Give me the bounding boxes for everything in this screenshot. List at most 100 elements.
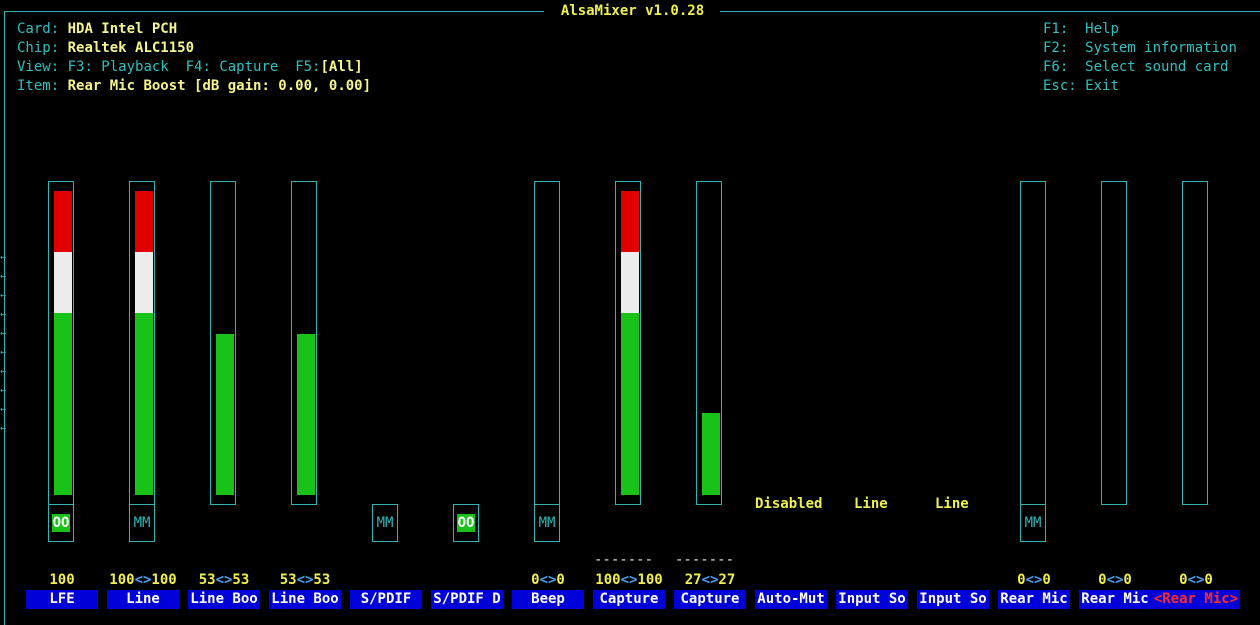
mute-switch-line[interactable]: MM [129, 504, 155, 542]
volume-value: 100 [49, 572, 75, 588]
channel-label-line[interactable]: Line [107, 590, 179, 609]
volume-fill-green [54, 313, 72, 495]
volume-value-rear-mic: 0<>0 [994, 572, 1074, 588]
left-arrow-icon: ← [0, 290, 7, 301]
item-value: Rear Mic Boost [dB gain: 0.00, 0.00] [67, 78, 372, 94]
volume-value-line: 100<>100 [103, 572, 183, 588]
left-arrow-icon: ← [0, 385, 7, 396]
scroll-indicator: ← ← ← ← ← ← ← ← ← ← [0, 248, 8, 438]
volume-slider-line-boost[interactable] [210, 181, 236, 505]
volume-right: 0 [1123, 572, 1132, 588]
enum-value-input-source-2[interactable]: Line [935, 495, 969, 513]
volume-separator: <> [539, 572, 557, 588]
volume-separator: <> [215, 572, 233, 588]
channel-label-line-boost[interactable]: Line Boo [188, 590, 260, 609]
channel-label-line-boost-2[interactable]: Line Boo [269, 590, 341, 609]
help-f6[interactable]: F6: Select sound card [1043, 58, 1228, 77]
volume-fill-green [621, 313, 639, 495]
help-text: Exit [1085, 78, 1119, 94]
help-f2[interactable]: F2: System information [1043, 39, 1237, 58]
volume-fill-green [297, 334, 315, 495]
switch-state: MM [538, 515, 556, 531]
volume-slider-line-boost-2[interactable] [291, 181, 317, 505]
enum-value-input-source[interactable]: Line [854, 495, 888, 513]
volume-separator: <> [134, 572, 152, 588]
volume-right: 0 [1204, 572, 1213, 588]
channel-label-auto-mute[interactable]: Auto-Mut [755, 590, 827, 609]
mute-switch-beep[interactable]: MM [534, 504, 560, 542]
volume-slider-capture-2[interactable] [696, 181, 722, 505]
left-arrow-icon: ← [0, 328, 7, 339]
frame-top-border [720, 11, 1260, 12]
channel-label-input-source[interactable]: Input So [836, 590, 908, 609]
help-key: F1: [1043, 21, 1069, 37]
view-all-value[interactable]: [All] [320, 59, 362, 75]
mute-switch-spdif[interactable]: MM [372, 504, 398, 542]
help-text: System information [1085, 40, 1237, 56]
channel-label-rear-mic-boost[interactable]: <Rear Mic> [1152, 590, 1240, 609]
channel-label-capture-2[interactable]: Capture [674, 590, 746, 609]
switch-state: MM [1024, 515, 1042, 531]
volume-separator: <> [1187, 572, 1205, 588]
mute-switch-spdif-default[interactable]: OO [453, 504, 479, 542]
help-text: Select sound card [1085, 59, 1229, 75]
volume-fill-red [621, 191, 639, 252]
item-label: Item: [17, 78, 60, 94]
volume-slider-lfe[interactable] [48, 181, 74, 505]
volume-slider-rear-mic-2[interactable] [1101, 181, 1127, 505]
help-esc[interactable]: Esc: Exit [1043, 77, 1119, 96]
frame-top-border [4, 11, 544, 12]
volume-fill-white [54, 252, 72, 313]
help-f1[interactable]: F1: Help [1043, 20, 1119, 39]
chip-row: Chip: Realtek ALC1150 [17, 39, 194, 58]
mute-switch-rear-mic[interactable]: MM [1020, 504, 1046, 542]
volume-separator: <> [701, 572, 719, 588]
volume-left: 0 [1098, 572, 1107, 588]
channel-label-capture[interactable]: Capture [593, 590, 665, 609]
channel-label-beep[interactable]: Beep [512, 590, 584, 609]
view-all-key[interactable]: F5: [295, 59, 320, 75]
left-arrow-icon: ← [0, 423, 7, 434]
volume-slider-capture[interactable] [615, 181, 641, 505]
volume-fill-red [135, 191, 153, 252]
capture-indicator: ------- [675, 552, 735, 568]
volume-value-line-boost-2: 53<>53 [265, 572, 345, 588]
view-playback[interactable]: F3: Playback [68, 59, 169, 75]
volume-separator: <> [1025, 572, 1043, 588]
volume-left: 0 [531, 572, 540, 588]
card-value: HDA Intel PCH [67, 21, 178, 37]
volume-slider-line[interactable] [129, 181, 155, 505]
volume-left: 53 [279, 572, 297, 588]
channel-label-spdif[interactable]: S/PDIF [350, 590, 422, 609]
volume-value-capture: 100<>100 [589, 572, 669, 588]
channel-label-rear-mic-2[interactable]: Rear Mic [1079, 590, 1151, 609]
switch-state: MM [133, 515, 151, 531]
volume-value-line-boost: 53<>53 [184, 572, 264, 588]
volume-right: 0 [1042, 572, 1051, 588]
card-row: Card: HDA Intel PCH [17, 20, 177, 39]
help-key: Esc: [1043, 78, 1077, 94]
mute-switch-lfe[interactable]: OO [48, 504, 74, 542]
volume-separator: <> [620, 572, 638, 588]
enum-value-auto-mute[interactable]: Disabled [755, 495, 822, 513]
switch-state: OO [52, 514, 70, 532]
channel-label-lfe[interactable]: LFE [26, 590, 98, 609]
volume-slider-rear-mic-boost[interactable] [1182, 181, 1208, 505]
volume-slider-beep[interactable] [534, 181, 560, 505]
channel-label-spdif-default[interactable]: S/PDIF D [431, 590, 503, 609]
volume-separator: <> [1106, 572, 1124, 588]
help-key: F2: [1043, 40, 1069, 56]
volume-fill-red [54, 191, 72, 252]
volume-left: 0 [1179, 572, 1188, 588]
left-arrow-icon: ← [0, 252, 7, 263]
help-key: F6: [1043, 59, 1069, 75]
volume-right: 0 [556, 572, 565, 588]
channel-label-rear-mic[interactable]: Rear Mic [998, 590, 1070, 609]
item-row: Item: Rear Mic Boost [dB gain: 0.00, 0.0… [17, 77, 371, 96]
volume-right: 53 [313, 572, 331, 588]
channel-label-input-source-2[interactable]: Input So [917, 590, 989, 609]
volume-slider-rear-mic[interactable] [1020, 181, 1046, 505]
volume-right: 100 [637, 572, 663, 588]
help-text: Help [1085, 21, 1119, 37]
view-capture[interactable]: F4: Capture [186, 59, 279, 75]
